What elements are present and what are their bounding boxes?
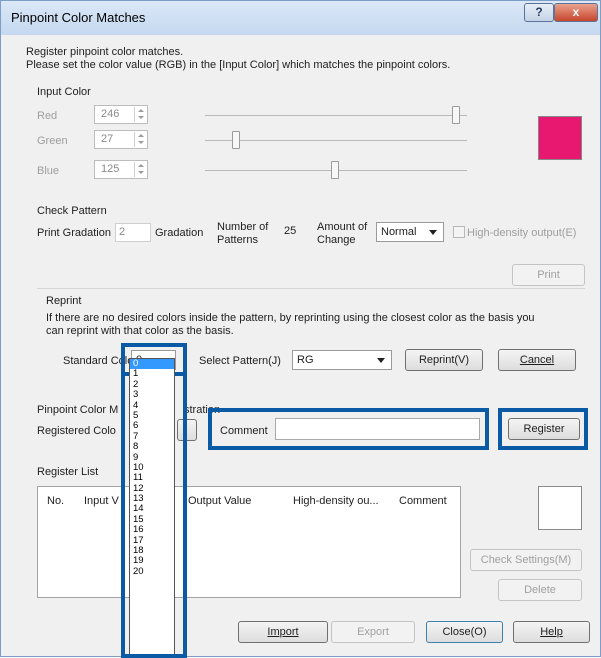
reprint-description-1: If there are no desired colors inside th… xyxy=(46,312,535,324)
check-settings-button[interactable]: Check Settings(M) xyxy=(470,549,582,571)
separator xyxy=(37,288,585,289)
intro-line-1: Register pinpoint color matches. xyxy=(26,46,184,58)
export-button[interactable]: Export xyxy=(331,621,415,643)
green-slider-track[interactable] xyxy=(205,140,467,141)
number-of-patterns-value: 25 xyxy=(284,225,297,237)
amount-of-change-label-2: Change xyxy=(317,234,356,246)
column-output-value: Output Value xyxy=(188,495,252,507)
register-button[interactable]: Register xyxy=(508,418,580,440)
print-gradation-spinbox[interactable]: 2 xyxy=(115,223,151,242)
help-button[interactable]: Help xyxy=(513,621,590,643)
red-spin-arrows[interactable] xyxy=(134,107,146,122)
check-pattern-heading: Check Pattern xyxy=(37,205,107,217)
green-slider-thumb[interactable] xyxy=(232,131,240,149)
red-label: Red xyxy=(37,110,58,122)
select-pattern-label: Select Pattern(J) xyxy=(199,355,281,367)
column-no: No. xyxy=(47,495,65,507)
print-gradation-value: 2 xyxy=(119,226,126,238)
column-high-density: High-density ou... xyxy=(293,495,379,507)
red-spinbox[interactable]: 246 xyxy=(94,105,148,124)
help-label: Help xyxy=(540,626,563,638)
check-settings-label: Check Settings(M) xyxy=(480,554,572,566)
green-label: Green xyxy=(37,135,68,147)
gradation-label: Gradation xyxy=(155,227,204,239)
input-color-heading: Input Color xyxy=(37,86,91,98)
green-spin-arrows[interactable] xyxy=(134,132,146,147)
register-list[interactable]: No. Input V Output Value High-density ou… xyxy=(37,486,461,598)
registered-color-label: Registered Colo xyxy=(37,425,116,437)
red-value: 246 xyxy=(101,108,120,120)
reprint-button[interactable]: Reprint(V) xyxy=(405,349,483,371)
pinpoint-color-matches-dialog: Pinpoint Color Matches ? x Register pinp… xyxy=(0,0,601,658)
amount-of-change-value: Normal xyxy=(381,226,417,238)
close-window-button[interactable]: x xyxy=(554,3,598,22)
window-title: Pinpoint Color Matches xyxy=(11,10,146,25)
reprint-description-2: can reprint with that color as the basis… xyxy=(46,325,234,337)
reprint-heading: Reprint xyxy=(46,295,82,307)
select-pattern-value: RG xyxy=(297,354,314,366)
column-comment: Comment xyxy=(399,495,447,507)
red-slider-thumb[interactable] xyxy=(452,106,460,124)
close-button[interactable]: Close(O) xyxy=(426,621,503,643)
cancel-button-label: Cancel xyxy=(519,354,555,366)
blue-slider-thumb[interactable] xyxy=(331,161,339,179)
number-of-patterns-label-1: Number of xyxy=(217,221,269,233)
cancel-button[interactable]: Cancel xyxy=(498,349,576,371)
print-button-label: Print xyxy=(537,269,560,281)
print-button[interactable]: Print xyxy=(512,264,585,286)
column-input-value: Input V xyxy=(84,495,119,507)
register-button-label: Register xyxy=(523,423,565,435)
high-density-label: High-density output(E) xyxy=(467,227,577,239)
amount-of-change-select[interactable]: Normal xyxy=(376,222,444,242)
delete-label: Delete xyxy=(524,584,556,596)
print-gradation-label: Print Gradation xyxy=(37,227,111,239)
number-of-patterns-label-2: Patterns xyxy=(217,234,258,246)
color-preview-swatch xyxy=(538,116,582,160)
red-slider-track[interactable] xyxy=(205,115,467,116)
register-list-heading: Register List xyxy=(37,466,99,478)
comment-label: Comment xyxy=(220,425,268,437)
list-color-preview xyxy=(538,486,582,530)
import-label: Import xyxy=(267,626,299,638)
amount-of-change-label-1: Amount of xyxy=(317,221,368,233)
close-label: Close(O) xyxy=(442,626,487,638)
comment-input[interactable] xyxy=(275,418,480,440)
green-spinbox[interactable]: 27 xyxy=(94,130,148,149)
registration-heading-a: Pinpoint Color M xyxy=(37,404,119,416)
reprint-button-label: Reprint(V) xyxy=(418,354,470,366)
blue-spin-arrows[interactable] xyxy=(134,162,146,177)
high-density-checkbox[interactable] xyxy=(453,226,465,238)
blue-value: 125 xyxy=(101,163,120,175)
number-of-patterns-field[interactable]: 25 xyxy=(277,220,307,240)
dropdown-highlight-frame xyxy=(121,371,187,658)
delete-button[interactable]: Delete xyxy=(498,579,582,601)
export-label: Export xyxy=(357,626,389,638)
chevron-down-icon xyxy=(377,358,385,363)
chevron-down-icon xyxy=(429,230,437,235)
select-pattern-select[interactable]: RG xyxy=(292,350,392,370)
blue-label: Blue xyxy=(37,165,60,177)
help-question-button[interactable]: ? xyxy=(524,3,554,22)
title-bar: Pinpoint Color Matches ? x xyxy=(1,1,600,35)
intro-line-2: Please set the color value (RGB) in the … xyxy=(26,59,451,71)
import-button[interactable]: Import xyxy=(238,621,328,643)
green-value: 27 xyxy=(101,133,114,145)
blue-spinbox[interactable]: 125 xyxy=(94,160,148,179)
